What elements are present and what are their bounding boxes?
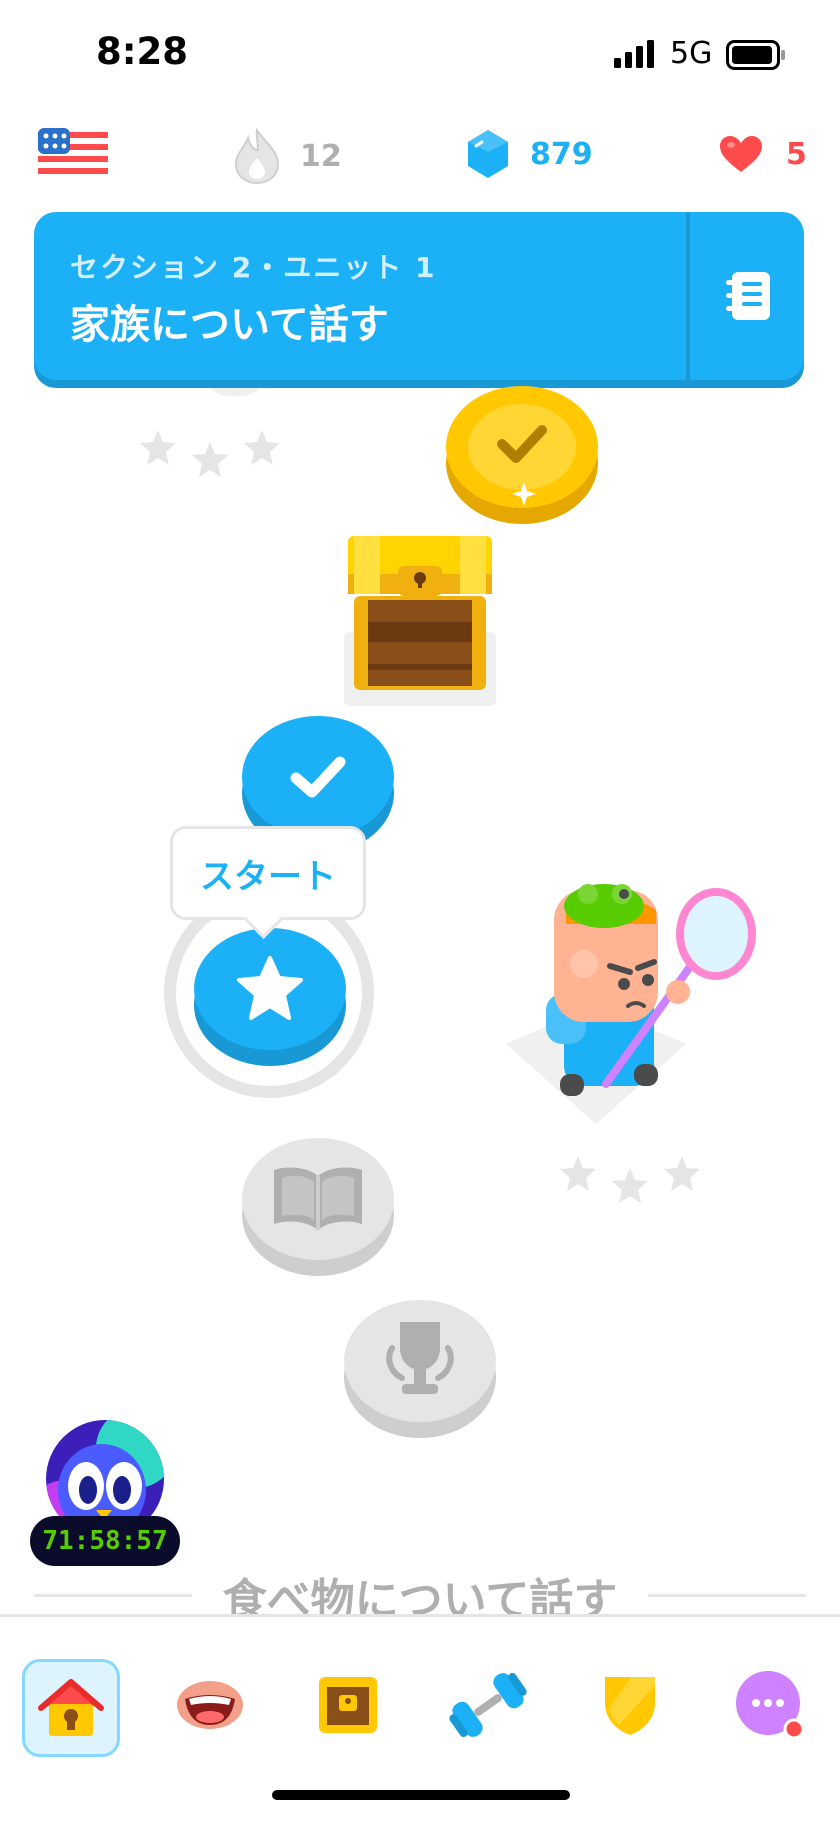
start-lesson-node[interactable] bbox=[194, 928, 346, 1068]
battery-icon bbox=[726, 40, 785, 70]
locked-story-node[interactable] bbox=[242, 1138, 394, 1278]
home-indicator[interactable] bbox=[272, 1790, 570, 1800]
locked-trophy-node[interactable] bbox=[344, 1300, 496, 1440]
checkmark-icon bbox=[290, 756, 346, 798]
nav-speak[interactable] bbox=[164, 1659, 256, 1751]
flame-icon bbox=[234, 128, 280, 184]
streak-counter[interactable]: 12 bbox=[234, 128, 342, 184]
nav-more[interactable] bbox=[724, 1659, 816, 1751]
gems-count: 879 bbox=[530, 136, 593, 172]
nav-leagues[interactable] bbox=[584, 1659, 676, 1751]
signal-icon bbox=[614, 40, 654, 68]
gems-counter[interactable]: 879 bbox=[466, 128, 593, 180]
nav-home[interactable] bbox=[22, 1659, 120, 1757]
nav-practice[interactable] bbox=[442, 1659, 534, 1751]
dumbbell-icon bbox=[449, 1672, 527, 1738]
house-icon bbox=[38, 1679, 104, 1736]
status-time: 8:28 bbox=[96, 30, 189, 73]
hearts-count: 5 bbox=[786, 136, 807, 172]
streak-count: 12 bbox=[300, 138, 342, 174]
shield-icon bbox=[605, 1677, 655, 1735]
notebook-icon bbox=[726, 272, 770, 320]
star-icon bbox=[237, 956, 303, 1020]
event-timer: 71:58:57 bbox=[30, 1516, 180, 1566]
language-flag[interactable] bbox=[38, 128, 108, 186]
header-divider bbox=[686, 212, 690, 380]
heart-icon bbox=[720, 136, 762, 172]
book-icon bbox=[274, 1167, 362, 1230]
unit-header[interactable]: セクション 2・ユニット 1 家族について話す bbox=[34, 212, 804, 380]
gold-lesson-node[interactable] bbox=[446, 386, 598, 526]
gem-icon bbox=[468, 130, 508, 178]
stars-icon bbox=[560, 1156, 700, 1203]
mouth-icon bbox=[177, 1681, 243, 1729]
trophy-icon bbox=[386, 1322, 454, 1394]
network-label: 5G bbox=[670, 36, 713, 71]
guidebook-button[interactable] bbox=[694, 212, 804, 380]
start-tooltip[interactable]: スタート bbox=[170, 826, 366, 920]
unit-title: 家族について話す bbox=[70, 302, 389, 348]
us-flag-icon bbox=[38, 128, 108, 182]
treasure-chest[interactable] bbox=[344, 534, 496, 706]
character-illustration bbox=[506, 884, 756, 1164]
sparkle-icon bbox=[512, 482, 536, 506]
nav-shop[interactable] bbox=[302, 1659, 394, 1751]
start-tooltip-label: スタート bbox=[200, 856, 336, 897]
checkmark-icon bbox=[497, 425, 547, 463]
chest-icon bbox=[348, 536, 492, 690]
chest-icon bbox=[319, 1677, 377, 1733]
hearts-counter[interactable]: 5 bbox=[718, 134, 807, 174]
more-icon bbox=[736, 1671, 805, 1740]
section-label: セクション 2・ユニット 1 bbox=[70, 251, 437, 284]
stars-icon bbox=[140, 430, 280, 477]
